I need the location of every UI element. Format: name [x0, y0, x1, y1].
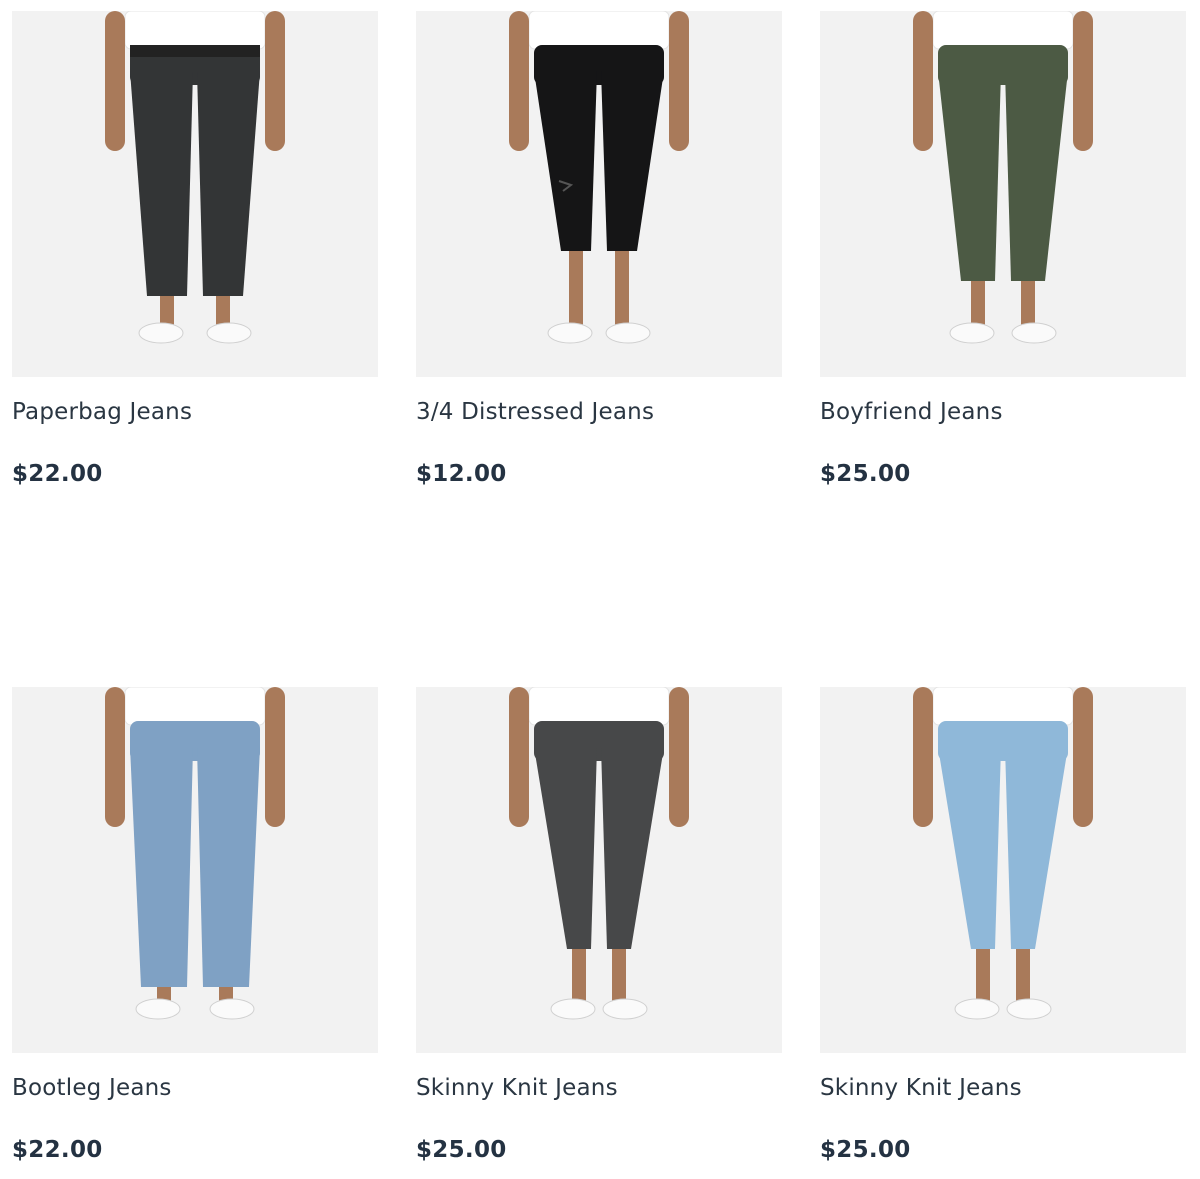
- product-name[interactable]: Skinny Knit Jeans: [820, 1075, 1022, 1101]
- product-photo-jeans: [509, 11, 689, 344]
- shirt: [124, 11, 266, 50]
- product-photo-jeans: [105, 687, 285, 1020]
- arm-right: [669, 11, 689, 151]
- product-name[interactable]: 3/4 Distressed Jeans: [416, 399, 654, 425]
- jeans-leg-right: [197, 747, 260, 987]
- product-name[interactable]: Paperbag Jeans: [12, 399, 192, 425]
- jeans-leg-right: [1005, 71, 1068, 281]
- shirt: [124, 687, 266, 726]
- sneaker-right: [602, 998, 648, 1020]
- jeans-leg-left: [130, 747, 193, 987]
- shirt: [528, 11, 670, 50]
- product-photo-jeans: [913, 687, 1093, 1020]
- sneaker-left: [949, 322, 995, 344]
- jeans-leg-left: [938, 71, 1001, 281]
- ankle-left: [976, 949, 990, 1005]
- product-price: $12.00: [416, 461, 507, 487]
- product-image[interactable]: [416, 11, 782, 377]
- product-card[interactable]: Boyfriend Jeans $25.00: [820, 11, 1186, 487]
- product-price: $22.00: [12, 1137, 103, 1163]
- product-name[interactable]: Bootleg Jeans: [12, 1075, 172, 1101]
- product-name[interactable]: Boyfriend Jeans: [820, 399, 1003, 425]
- product-price: $25.00: [820, 461, 911, 487]
- sneaker-right: [1011, 322, 1057, 344]
- arm-right: [265, 687, 285, 827]
- jeans-leg-left: [130, 71, 193, 296]
- jeans-leg-right: [601, 71, 664, 251]
- arm-right: [669, 687, 689, 827]
- product-image[interactable]: [820, 11, 1186, 377]
- ankle-right: [615, 251, 629, 329]
- ankle-right: [1016, 949, 1030, 1005]
- ankle-left: [971, 281, 985, 329]
- sneaker-left: [138, 322, 184, 344]
- sneaker-left: [954, 998, 1000, 1020]
- product-card[interactable]: 3/4 Distressed Jeans $12.00: [416, 11, 782, 487]
- arm-left: [105, 11, 125, 151]
- arm-left: [509, 687, 529, 827]
- sneaker-right: [206, 322, 252, 344]
- product-price: $22.00: [12, 461, 103, 487]
- product-card[interactable]: Paperbag Jeans $22.00: [12, 11, 378, 487]
- arm-right: [265, 11, 285, 151]
- ankle-right: [612, 949, 626, 1005]
- product-card[interactable]: Skinny Knit Jeans $25.00: [820, 687, 1186, 1163]
- shirt: [932, 687, 1074, 726]
- product-card[interactable]: Bootleg Jeans $22.00: [12, 687, 378, 1163]
- product-card[interactable]: Skinny Knit Jeans $25.00: [416, 687, 782, 1163]
- product-photo-jeans: [105, 11, 285, 344]
- product-image[interactable]: [12, 687, 378, 1053]
- ankle-left: [572, 949, 586, 1005]
- arm-left: [913, 11, 933, 151]
- ankle-right: [1021, 281, 1035, 329]
- sneaker-right: [1006, 998, 1052, 1020]
- sneaker-left: [547, 322, 593, 344]
- shirt: [932, 11, 1074, 50]
- jeans-leg-left: [938, 747, 1001, 949]
- ankle-left: [569, 251, 583, 329]
- jeans-leg-right: [197, 71, 260, 296]
- product-image[interactable]: [820, 687, 1186, 1053]
- product-price: $25.00: [416, 1137, 507, 1163]
- jeans-leg-right: [1005, 747, 1068, 949]
- product-photo-jeans: [913, 11, 1093, 344]
- arm-left: [105, 687, 125, 827]
- shirt: [528, 687, 670, 726]
- sneaker-right: [605, 322, 651, 344]
- jeans-leg-left: [534, 747, 597, 949]
- product-image[interactable]: [416, 687, 782, 1053]
- product-photo-jeans: [509, 687, 689, 1020]
- sneaker-left: [135, 998, 181, 1020]
- arm-left: [913, 687, 933, 827]
- jeans-leg-left: [534, 71, 597, 251]
- jeans-leg-right: [601, 747, 664, 949]
- product-image[interactable]: [12, 11, 378, 377]
- product-name[interactable]: Skinny Knit Jeans: [416, 1075, 618, 1101]
- sneaker-left: [550, 998, 596, 1020]
- arm-right: [1073, 687, 1093, 827]
- arm-right: [1073, 11, 1093, 151]
- paperbag-waistband: [130, 45, 260, 57]
- sneaker-right: [209, 998, 255, 1020]
- product-price: $25.00: [820, 1137, 911, 1163]
- arm-left: [509, 11, 529, 151]
